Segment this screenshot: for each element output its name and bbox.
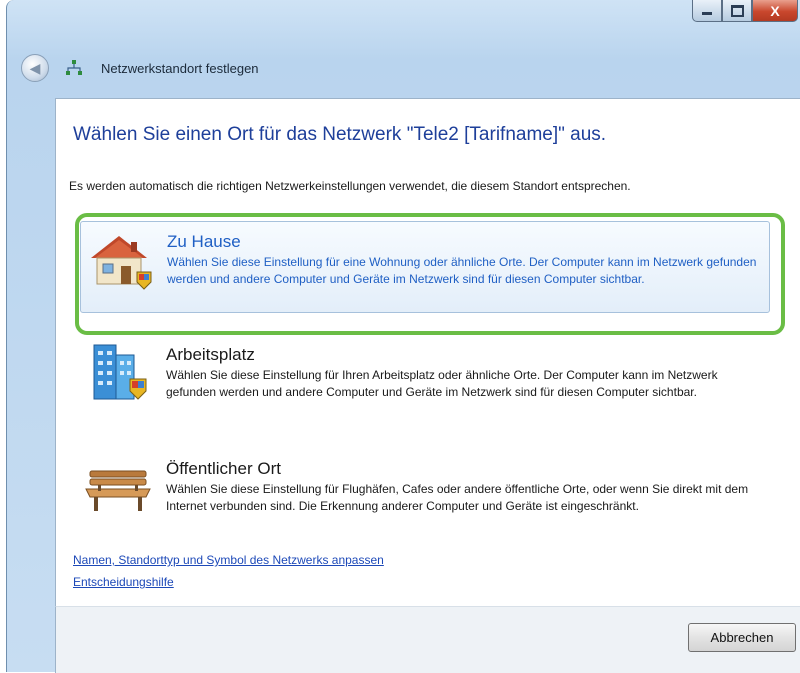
- option-public-title: Öffentlicher Ort: [166, 459, 281, 478]
- wizard-titlebar: ◀ Netzwerkstandort festlegen: [7, 44, 800, 92]
- office-building-icon: [93, 344, 147, 400]
- option-work[interactable]: Arbeitsplatz Wählen Sie diese Einstellun…: [80, 335, 770, 427]
- decision-help-link[interactable]: Entscheidungshilfe: [73, 575, 174, 589]
- intro-text: Es werden automatisch die richtigen Netz…: [69, 179, 631, 193]
- park-bench-icon: [85, 470, 151, 511]
- back-arrow-icon: ◀: [29, 59, 41, 76]
- house-icon: [91, 236, 152, 290]
- customize-network-link[interactable]: Namen, Standorttyp und Symbol des Netzwe…: [73, 553, 384, 567]
- minimize-button[interactable]: [692, 0, 722, 22]
- minimize-icon: [702, 12, 712, 15]
- maximize-icon: [730, 4, 744, 17]
- option-public[interactable]: Öffentlicher Ort Wählen Sie diese Einste…: [80, 449, 770, 541]
- option-public-description: Wählen Sie diese Einstellung für Flughäf…: [166, 482, 749, 513]
- page-heading: Wählen Sie einen Ort für das Netzwerk "T…: [73, 124, 607, 145]
- window-controls: X: [692, 0, 798, 26]
- option-home-description: Wählen Sie diese Einstellung für eine Wo…: [167, 255, 757, 286]
- option-work-description: Wählen Sie diese Einstellung für Ihren A…: [166, 368, 718, 399]
- option-work-title: Arbeitsplatz: [166, 345, 255, 364]
- dialog-footer: Abbrechen: [55, 606, 800, 673]
- network-icon: [66, 60, 82, 75]
- back-button[interactable]: ◀: [21, 54, 49, 82]
- option-home[interactable]: Zu Hause Wählen Sie diese Einstellung fü…: [80, 221, 770, 313]
- cancel-button[interactable]: Abbrechen: [688, 623, 796, 652]
- window-title: Netzwerkstandort festlegen: [101, 60, 259, 76]
- dialog-window: X ◀ Netzwerkstandort festlegen Wählen Si…: [6, 0, 800, 673]
- close-button[interactable]: X: [752, 0, 798, 22]
- option-home-title: Zu Hause: [167, 232, 241, 251]
- maximize-button[interactable]: [722, 0, 752, 22]
- close-icon: X: [770, 2, 780, 19]
- content-panel: Wählen Sie einen Ort für das Netzwerk "T…: [55, 98, 800, 607]
